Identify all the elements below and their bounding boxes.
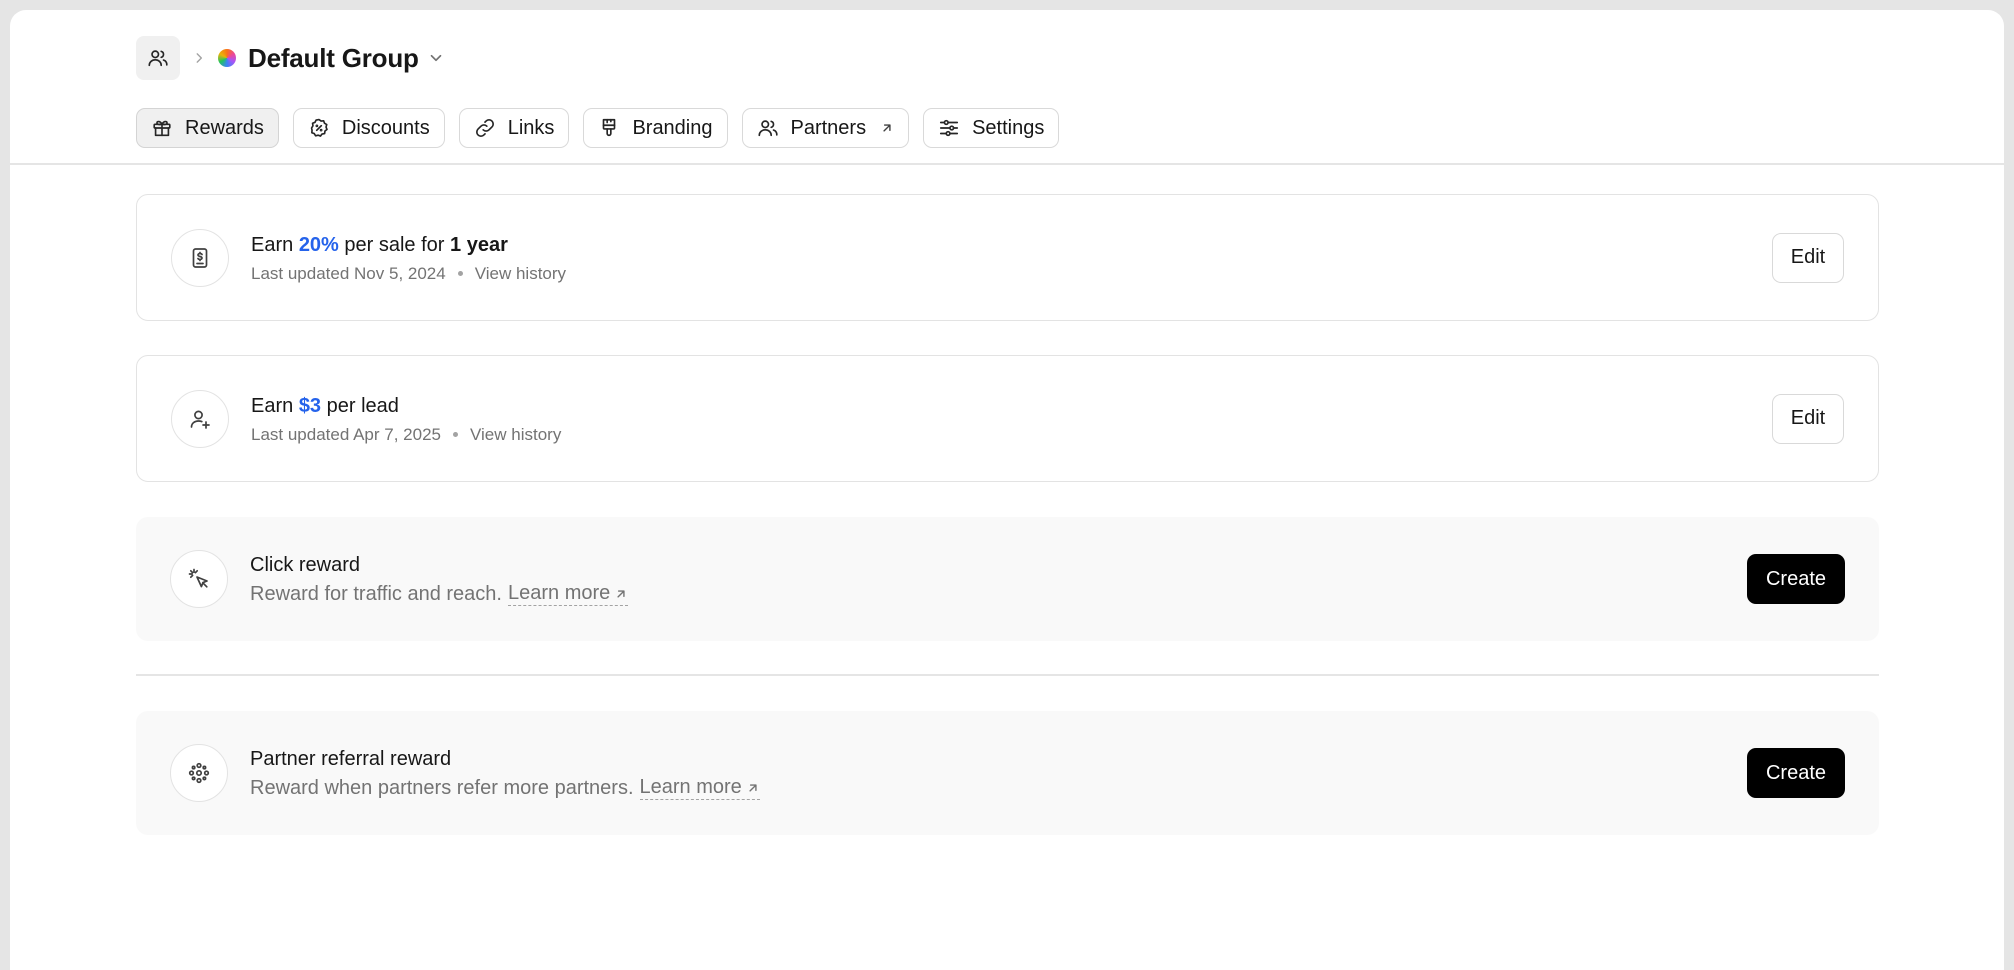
separator-dot bbox=[457, 271, 463, 276]
reward-duration: 1 year bbox=[450, 233, 508, 256]
user-plus-icon bbox=[171, 389, 229, 448]
sale-reward-title: Earn 20% per sale for 1 year bbox=[251, 233, 508, 256]
users-icon bbox=[148, 50, 168, 67]
group-color-dot bbox=[218, 49, 236, 67]
lead-reward-text: Earn $3 per lead Last updated Apr 7, 202… bbox=[251, 393, 561, 445]
chevron-down-icon[interactable] bbox=[427, 49, 445, 67]
lead-reward-meta: Last updated Apr 7, 2025 View history bbox=[251, 425, 561, 445]
last-updated: Last updated Apr 7, 2025 bbox=[251, 424, 441, 444]
network-icon bbox=[170, 744, 228, 802]
page-header: Default Group Rewards Discounts Links Br… bbox=[10, 10, 2004, 165]
tab-bar: Rewards Discounts Links Branding Partner… bbox=[136, 108, 1060, 148]
section-divider bbox=[136, 674, 1879, 676]
sliders-icon bbox=[938, 117, 960, 139]
separator-dot bbox=[453, 432, 458, 437]
create-click-reward-button[interactable]: Create bbox=[1747, 554, 1845, 604]
sale-reward-text: Earn 20% per sale for 1 year Last update… bbox=[251, 232, 566, 284]
gift-icon bbox=[151, 117, 173, 139]
tab-label: Branding bbox=[632, 116, 713, 139]
edit-lead-reward-button[interactable]: Edit bbox=[1772, 393, 1844, 444]
learn-more-link[interactable]: Learn more bbox=[639, 776, 760, 800]
lead-reward-title: Earn $3 per lead bbox=[251, 394, 399, 417]
chevron-right-icon bbox=[192, 51, 206, 65]
paint-brush-icon bbox=[598, 117, 620, 139]
partner-referral-reward-title: Partner referral reward bbox=[250, 748, 452, 770]
discount-badge-icon bbox=[308, 117, 330, 139]
reward-amount: $3 bbox=[298, 394, 322, 417]
tab-label: Discounts bbox=[341, 116, 430, 139]
learn-more-link[interactable]: Learn more bbox=[507, 582, 629, 606]
tab-label: Links bbox=[507, 116, 555, 139]
create-partner-referral-reward-button[interactable]: Create bbox=[1747, 748, 1845, 798]
tab-links[interactable]: Links bbox=[458, 108, 570, 148]
link-icon bbox=[474, 117, 496, 139]
partner-referral-reward-text: Partner referral reward Reward when part… bbox=[250, 746, 760, 800]
users-icon bbox=[757, 117, 779, 139]
view-history-link[interactable]: View history bbox=[475, 264, 566, 284]
sale-reward-card: Earn 20% per sale for 1 year Last update… bbox=[136, 194, 1879, 321]
tab-label: Settings bbox=[972, 116, 1045, 139]
tab-settings[interactable]: Settings bbox=[923, 108, 1060, 148]
receipt-dollar-icon bbox=[171, 228, 229, 287]
last-updated: Last updated Nov 5, 2024 bbox=[251, 263, 446, 283]
partner-referral-reward-card: Partner referral reward Reward when part… bbox=[136, 711, 1879, 835]
app-window: Default Group Rewards Discounts Links Br… bbox=[10, 10, 2004, 970]
groups-home-button[interactable] bbox=[136, 36, 180, 80]
tab-discounts[interactable]: Discounts bbox=[292, 108, 445, 148]
click-reward-text: Click reward Reward for traffic and reac… bbox=[250, 552, 629, 606]
external-arrow-icon bbox=[614, 587, 628, 601]
external-arrow-icon bbox=[880, 121, 894, 135]
lead-reward-card: Earn $3 per lead Last updated Apr 7, 202… bbox=[136, 355, 1879, 482]
tab-rewards[interactable]: Rewards bbox=[136, 108, 279, 148]
click-reward-description: Reward for traffic and reach. Learn more bbox=[250, 582, 629, 606]
reward-amount: 20% bbox=[298, 233, 339, 256]
edit-sale-reward-button[interactable]: Edit bbox=[1772, 232, 1844, 283]
tab-partners[interactable]: Partners bbox=[741, 108, 910, 148]
view-history-link[interactable]: View history bbox=[470, 425, 561, 445]
tab-branding[interactable]: Branding bbox=[583, 108, 728, 148]
sale-reward-meta: Last updated Nov 5, 2024 View history bbox=[251, 264, 566, 284]
click-reward-title: Click reward bbox=[250, 554, 361, 576]
tab-label: Partners bbox=[790, 116, 867, 139]
click-reward-card: Click reward Reward for traffic and reac… bbox=[136, 517, 1879, 641]
breadcrumb: Default Group bbox=[136, 36, 445, 80]
tab-label: Rewards bbox=[185, 116, 264, 139]
group-name[interactable]: Default Group bbox=[248, 43, 419, 74]
cursor-click-icon bbox=[170, 550, 228, 608]
external-arrow-icon bbox=[746, 781, 760, 795]
partner-referral-reward-description: Reward when partners refer more partners… bbox=[250, 776, 760, 800]
